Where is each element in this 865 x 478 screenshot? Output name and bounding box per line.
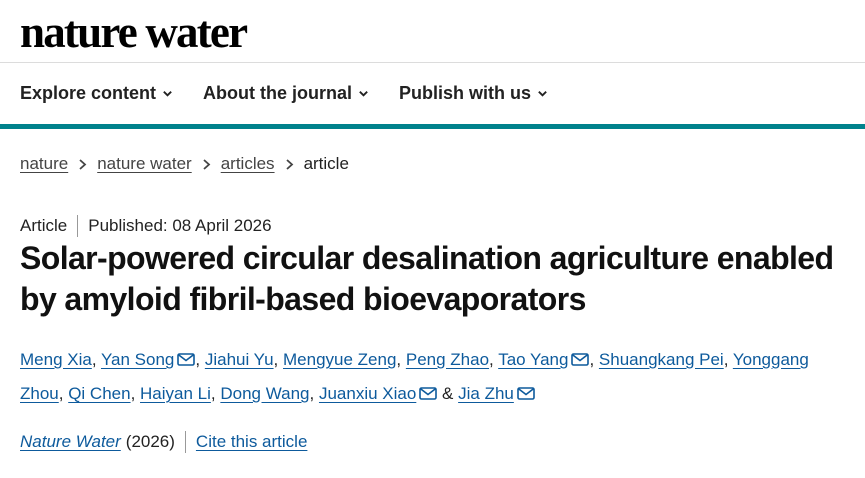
author-link[interactable]: Juanxiu Xiao	[319, 384, 416, 403]
author-separator: ,	[396, 350, 406, 369]
author-separator: ,	[589, 350, 599, 369]
nav-explore-content[interactable]: Explore content	[20, 80, 173, 106]
meta-divider	[77, 215, 79, 237]
mail-icon[interactable]	[419, 387, 438, 400]
chevron-right-icon	[285, 158, 293, 170]
author-link[interactable]: Mengyue Zeng	[283, 350, 396, 369]
mail-icon[interactable]	[517, 387, 535, 400]
accent-bar	[0, 124, 865, 129]
breadcrumb-nature-water[interactable]: nature water	[97, 151, 192, 177]
article-meta: Article Published: 08 April 2026	[20, 214, 272, 238]
journal-logo[interactable]: nature water	[20, 2, 248, 62]
nav-about-journal-label: About the journal	[203, 83, 353, 103]
author-separator: ,	[195, 350, 205, 369]
chevron-down-icon	[538, 90, 547, 97]
author-link[interactable]: Peng Zhao	[406, 350, 489, 369]
author-separator: ,	[58, 384, 69, 403]
author-link[interactable]: Meng Xia	[20, 350, 92, 369]
author-separator: ,	[309, 384, 319, 403]
nav-publish-with-us-label: Publish with us	[399, 83, 532, 103]
author-separator: ,	[210, 384, 221, 403]
breadcrumb-current: article	[303, 154, 349, 173]
author-link[interactable]: Jia Zhu	[458, 384, 514, 403]
author-link[interactable]: Haiyan Li	[140, 384, 211, 403]
chevron-right-icon	[79, 158, 87, 170]
author-link[interactable]: Jiahui Yu	[205, 350, 274, 369]
author-separator: &	[437, 384, 459, 403]
journal-name-link[interactable]: Nature Water	[20, 429, 121, 455]
citation-divider	[184, 431, 186, 453]
header-divider	[0, 62, 865, 63]
mail-icon[interactable]	[177, 353, 196, 366]
main-nav: Explore content About the journal Publis…	[20, 80, 548, 106]
article-type: Article	[20, 216, 68, 235]
author-link[interactable]: Shuangkang Pei	[599, 350, 724, 369]
nav-explore-content-label: Explore content	[20, 83, 157, 103]
mail-icon[interactable]	[571, 353, 590, 366]
chevron-right-icon	[203, 158, 211, 170]
chevron-down-icon	[163, 90, 172, 97]
author-separator: ,	[723, 350, 733, 369]
published-date: Published: 08 April 2026	[88, 216, 272, 235]
nav-about-journal[interactable]: About the journal	[203, 80, 369, 106]
author-separator: ,	[273, 350, 283, 369]
publication-year: (2026)	[125, 432, 175, 451]
cite-article-link[interactable]: Cite this article	[196, 429, 307, 455]
nav-publish-with-us[interactable]: Publish with us	[399, 80, 548, 106]
author-list: Meng Xia, Yan Song, Jiahui Yu, Mengyue Z…	[20, 343, 850, 411]
author-link[interactable]: Dong Wang	[220, 384, 309, 403]
author-link[interactable]: Qi Chen	[68, 384, 130, 403]
author-separator: ,	[130, 384, 141, 403]
author-separator: ,	[489, 350, 499, 369]
author-separator: ,	[91, 350, 101, 369]
breadcrumb-articles[interactable]: articles	[221, 151, 275, 177]
breadcrumb-nature[interactable]: nature	[20, 151, 68, 177]
author-link[interactable]: Yan Song	[101, 350, 174, 369]
breadcrumb: nature nature water articles article	[20, 151, 349, 177]
author-link[interactable]: Tao Yang	[498, 350, 568, 369]
chevron-down-icon	[359, 90, 368, 97]
citation-line: Nature Water (2026) Cite this article	[20, 429, 307, 455]
article-title: Solar-powered circular desalination agri…	[20, 240, 834, 317]
